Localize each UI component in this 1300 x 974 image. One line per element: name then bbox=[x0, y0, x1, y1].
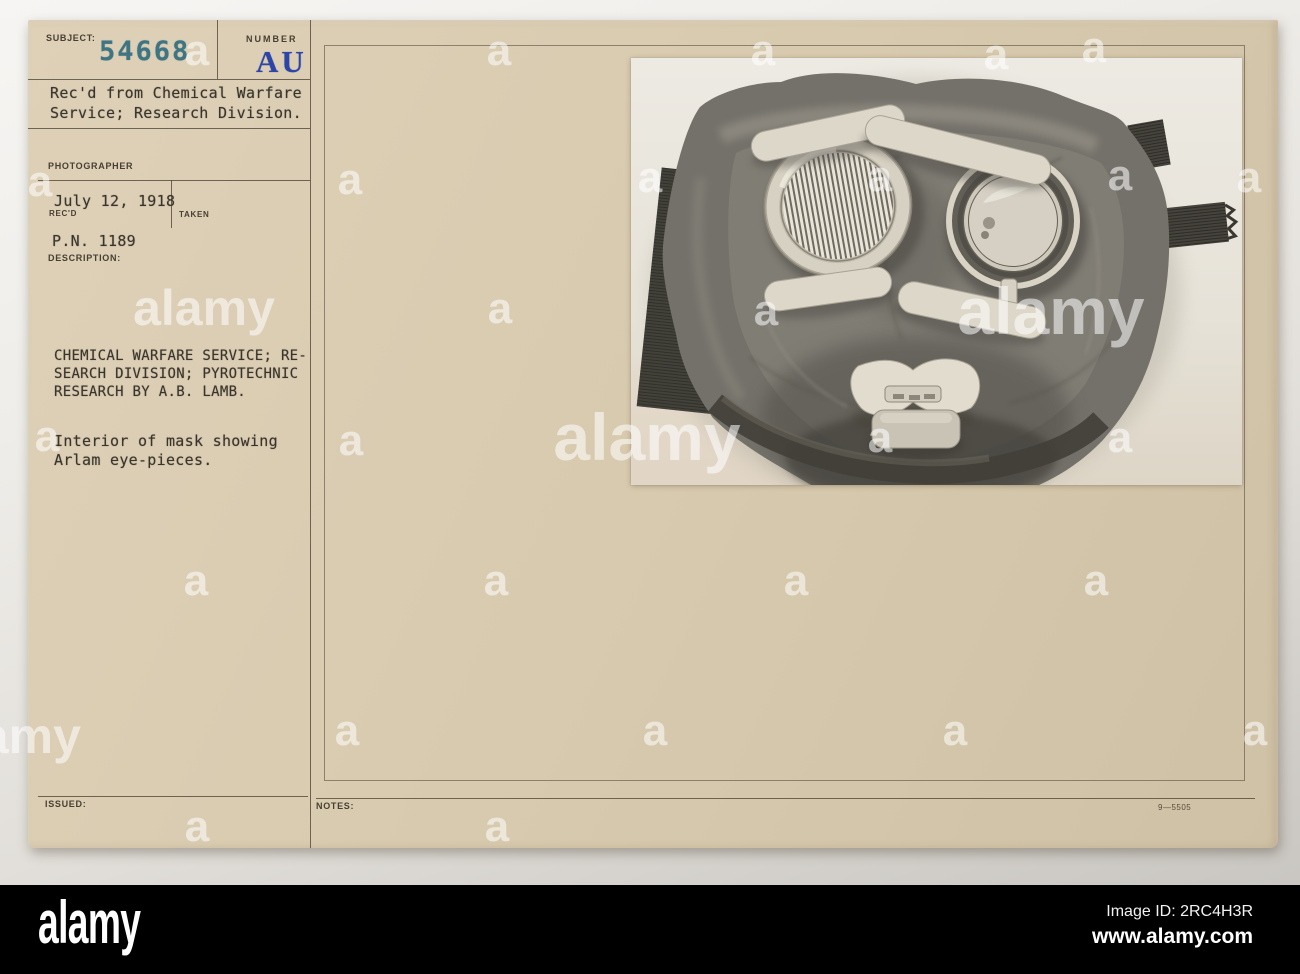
received-line-2: Service; Research Division. bbox=[50, 104, 302, 122]
rule-notes bbox=[316, 798, 1255, 799]
mouthpiece-block bbox=[868, 409, 964, 459]
description-line-2: SEARCH DIVISION; PYROTECHNIC bbox=[54, 366, 299, 382]
subject-number: 54668 bbox=[99, 36, 191, 67]
page-background: SUBJECT: 54668 NUMBER AU Rec'd from Chem… bbox=[0, 0, 1300, 974]
description-label: DESCRIPTION: bbox=[48, 253, 121, 263]
caption-line-1: Interior of mask showing bbox=[54, 432, 278, 450]
main-column-divider bbox=[310, 20, 311, 848]
number-stamp: AU bbox=[256, 44, 307, 79]
subject-label: SUBJECT: bbox=[46, 33, 96, 43]
description-line-3: RESEARCH BY A.B. LAMB. bbox=[54, 384, 247, 400]
issued-label: ISSUED: bbox=[45, 799, 87, 809]
alamy-url-text: www.alamy.com bbox=[1091, 925, 1253, 948]
image-id-text: Image ID: 2RC4H3R bbox=[1106, 903, 1253, 920]
taken-label: TAKEN bbox=[179, 210, 210, 219]
rule-issued bbox=[38, 796, 308, 797]
description-line-1: CHEMICAL WARFARE SERVICE; RE- bbox=[54, 348, 308, 364]
alamy-logo: alamy bbox=[38, 889, 141, 956]
notes-label: NOTES: bbox=[316, 801, 355, 811]
photographer-label: PHOTOGRAPHER bbox=[48, 161, 134, 171]
rule-under-received bbox=[28, 128, 310, 129]
alamy-footer-bar: alamy Image ID: 2RC4H3R www.alamy.com bbox=[0, 885, 1300, 974]
gas-mask-illustration bbox=[631, 58, 1242, 485]
pn-value: P.N. 1189 bbox=[52, 232, 136, 250]
form-number: 9—5505 bbox=[1158, 803, 1192, 812]
received-line-1: Rec'd from Chemical Warfare bbox=[50, 84, 302, 102]
divider-subject-number bbox=[217, 20, 218, 79]
rule-photographer bbox=[38, 180, 310, 181]
recd-label: REC'D bbox=[49, 209, 78, 218]
number-label: NUMBER bbox=[246, 34, 298, 44]
gas-mask-photo bbox=[631, 58, 1242, 485]
caption-line-2: Arlam eye-pieces. bbox=[54, 451, 213, 469]
